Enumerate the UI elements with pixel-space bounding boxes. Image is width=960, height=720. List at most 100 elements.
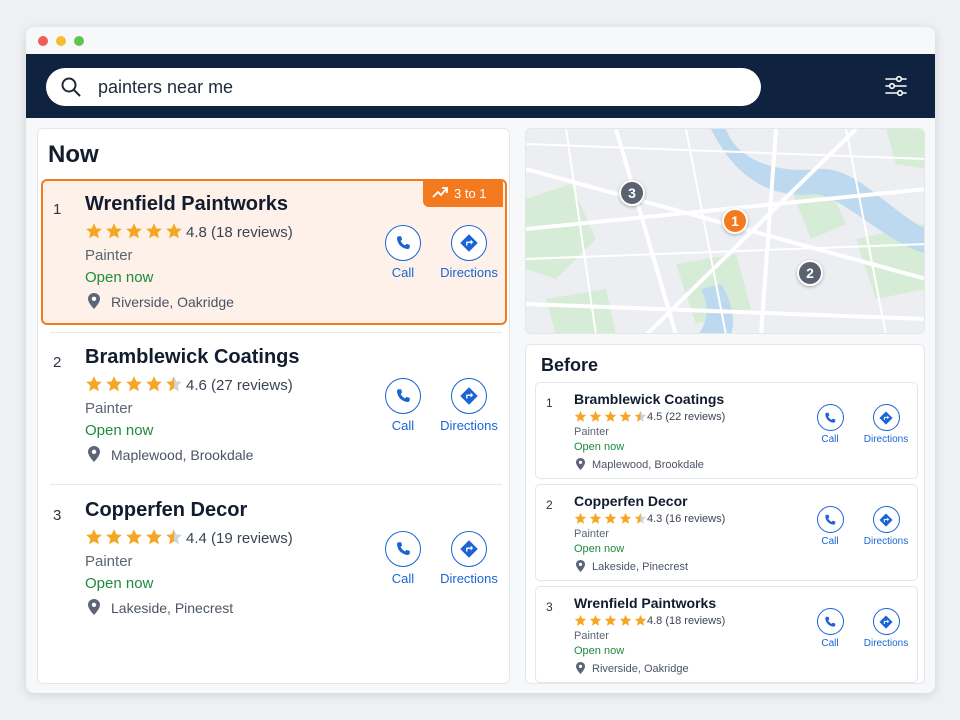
phone-icon (825, 616, 836, 627)
star-icon (604, 614, 617, 626)
star-icon (126, 529, 142, 545)
filter-sliders-icon[interactable] (884, 74, 908, 98)
star-icon (619, 410, 632, 422)
business-category: Painter (574, 528, 609, 540)
location-pin-icon (88, 599, 100, 615)
business-name[interactable]: Copperfen Decor (85, 499, 247, 522)
star-icon (589, 410, 602, 422)
business-location: Maplewood, Brookdale (592, 459, 704, 471)
star-rating (85, 222, 185, 240)
result-card[interactable]: 2 Bramblewick Coatings 4.6 (27 reviews) Pai… (41, 332, 507, 478)
directions-button[interactable]: Directions (431, 225, 507, 280)
directions-button[interactable]: Directions (858, 608, 914, 649)
rating-text: 4.3 (16 reviews) (647, 513, 726, 525)
phone-icon (825, 412, 836, 423)
directions-button[interactable]: Directions (858, 506, 914, 547)
star-icon (619, 512, 632, 524)
minimize-window-button[interactable] (56, 36, 66, 46)
result-card[interactable]: 1 Wrenfield Paintworks 4.8 (18 reviews) Pai… (41, 179, 507, 325)
star-icon (604, 512, 617, 524)
directions-button[interactable]: Directions (431, 531, 507, 586)
open-status: Open now (85, 422, 154, 439)
directions-label: Directions (440, 418, 498, 433)
business-category: Painter (85, 400, 133, 417)
close-window-button[interactable] (38, 36, 48, 46)
map-pin-2[interactable]: 2 (797, 260, 823, 286)
phone-icon (825, 514, 836, 525)
map-pin-3[interactable]: 3 (619, 180, 645, 206)
map-canvas (526, 129, 924, 333)
call-button[interactable]: Call (365, 378, 441, 433)
directions-label: Directions (863, 638, 909, 649)
results-map[interactable]: 1 2 3 (525, 128, 925, 334)
directions-icon (879, 512, 893, 527)
directions-button[interactable]: Directions (858, 404, 914, 445)
call-button[interactable]: Call (365, 225, 441, 280)
directions-icon (460, 234, 478, 252)
search-header: painters near me (26, 54, 935, 118)
rating-text: 4.4 (19 reviews) (186, 530, 293, 547)
previous-result-card[interactable]: 1 Bramblewick Coatings 4.5 (22 reviews) Pai… (535, 382, 918, 479)
map-pin-1[interactable]: 1 (722, 208, 748, 234)
result-card[interactable]: 3 Copperfen Decor 4.4 (19 reviews) Painter O… (41, 485, 507, 631)
business-location: Maplewood, Brookdale (111, 447, 254, 463)
call-button[interactable]: Call (802, 506, 858, 547)
previous-result-card[interactable]: 2 Copperfen Decor 4.3 (16 reviews) Painter O… (535, 484, 918, 581)
call-label: Call (391, 418, 415, 433)
call-button[interactable]: Call (802, 404, 858, 445)
star-icon (166, 223, 182, 239)
star-rating (85, 375, 185, 393)
star-icon (574, 512, 587, 524)
star-icon (634, 512, 647, 524)
directions-icon (879, 410, 893, 425)
directions-label: Directions (863, 536, 909, 547)
business-category: Painter (574, 630, 609, 642)
star-icon (634, 410, 647, 422)
star-icon (126, 376, 142, 392)
call-button[interactable]: Call (802, 608, 858, 649)
trending-up-icon (432, 187, 448, 198)
result-rank: 2 (53, 354, 62, 371)
location-pin-icon (576, 458, 585, 470)
rating-text: 4.5 (22 reviews) (647, 411, 726, 423)
directions-label: Directions (440, 571, 498, 586)
rating-text: 4.8 (18 reviews) (186, 224, 293, 241)
star-icon (166, 529, 182, 545)
directions-button[interactable]: Directions (431, 378, 507, 433)
maximize-window-button[interactable] (74, 36, 84, 46)
business-location: Riverside, Oakridge (111, 294, 234, 310)
search-input[interactable]: painters near me (98, 77, 233, 97)
star-icon (146, 376, 162, 392)
rank-change-badge: 3 to 1 (423, 179, 503, 207)
call-label: Call (391, 265, 415, 280)
business-name[interactable]: Bramblewick Coatings (85, 346, 300, 369)
business-name[interactable]: Wrenfield Paintworks (574, 595, 716, 611)
directions-icon (460, 387, 478, 405)
business-category: Painter (574, 426, 609, 438)
result-rank: 1 (546, 396, 553, 410)
result-rank: 3 (546, 600, 553, 614)
business-name[interactable]: Bramblewick Coatings (574, 391, 724, 407)
search-icon (61, 77, 81, 97)
star-icon (86, 223, 102, 239)
star-rating (574, 512, 649, 525)
star-icon (86, 529, 102, 545)
directions-icon (460, 540, 478, 558)
directions-label: Directions (863, 434, 909, 445)
star-icon (146, 223, 162, 239)
star-icon (146, 529, 162, 545)
business-name[interactable]: Copperfen Decor (574, 493, 688, 509)
rating-text: 4.8 (18 reviews) (647, 615, 726, 627)
star-rating (85, 528, 185, 546)
call-button[interactable]: Call (365, 531, 441, 586)
star-icon (126, 223, 142, 239)
now-results-panel: Now 1 Wrenfield Paintworks 4.8 (18 reviews… (37, 128, 510, 684)
business-location: Riverside, Oakridge (592, 663, 689, 675)
now-heading: Now (48, 141, 99, 168)
search-bar[interactable]: painters near me (46, 68, 761, 106)
business-name[interactable]: Wrenfield Paintworks (85, 193, 288, 216)
call-label: Call (821, 434, 839, 445)
previous-result-card[interactable]: 3 Wrenfield Paintworks 4.8 (18 reviews) Pai… (535, 586, 918, 683)
directions-icon (879, 614, 893, 629)
business-location: Lakeside, Pinecrest (111, 600, 234, 616)
